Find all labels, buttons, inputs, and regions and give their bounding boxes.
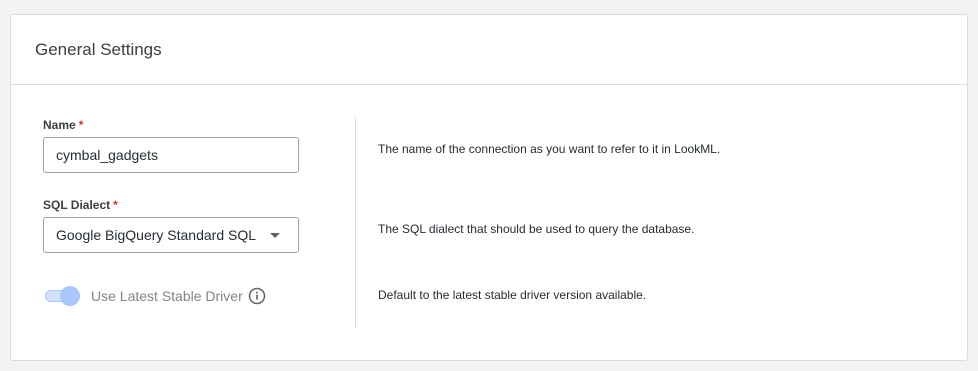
chevron-down-icon <box>270 233 280 238</box>
section-title: General Settings <box>35 40 162 59</box>
info-icon[interactable] <box>248 287 266 305</box>
general-settings-card: General Settings Name* SQL Dialect* Goog… <box>10 14 968 361</box>
required-mark: * <box>78 118 84 132</box>
sql-dialect-description: The SQL dialect that should be used to q… <box>378 222 695 236</box>
sql-dialect-label-text: SQL Dialect <box>43 198 111 212</box>
name-label: Name * <box>43 118 83 132</box>
use-latest-stable-driver-toggle[interactable] <box>44 286 82 306</box>
use-latest-stable-driver-label: Use Latest Stable Driver <box>91 288 243 304</box>
stable-driver-description: Default to the latest stable driver vers… <box>378 288 647 302</box>
name-label-text: Name <box>43 118 76 132</box>
vertical-divider <box>355 117 356 329</box>
sql-dialect-label: SQL Dialect * <box>43 198 118 212</box>
name-input[interactable] <box>43 137 299 173</box>
required-mark: * <box>113 198 118 212</box>
sql-dialect-selected-value: Google BigQuery Standard SQL <box>56 227 257 243</box>
name-description: The name of the connection as you want t… <box>378 142 721 156</box>
sql-dialect-select[interactable]: Google BigQuery Standard SQL <box>43 217 299 253</box>
toggle-knob <box>60 286 80 306</box>
card-header: General Settings <box>11 15 967 85</box>
